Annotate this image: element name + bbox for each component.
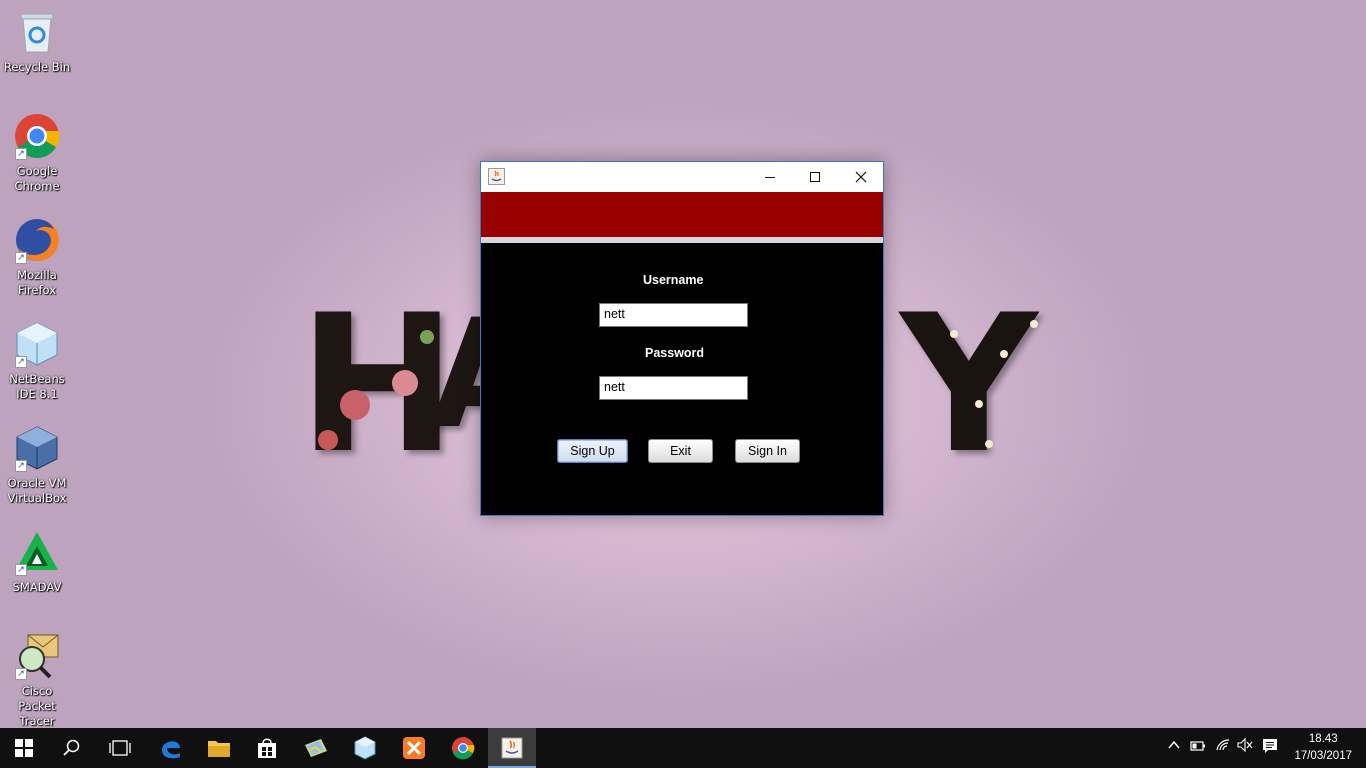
desktop-icon-smadav[interactable]: ↗ SMADAV	[0, 528, 74, 595]
taskbar-file-explorer[interactable]	[195, 728, 243, 768]
taskbar-clock[interactable]: 18.43 17/03/2017	[1294, 731, 1352, 765]
volume-muted-icon[interactable]	[1235, 737, 1255, 758]
window-titlebar[interactable]	[481, 162, 883, 192]
xampp-icon	[403, 737, 425, 759]
login-window: Username nett Password nett Sign Up Exit…	[480, 161, 884, 516]
password-label: Password	[645, 346, 705, 360]
start-button[interactable]	[0, 728, 48, 768]
packet-tracer-icon: ↗	[13, 632, 61, 680]
flower-decoration	[318, 430, 338, 450]
shortcut-arrow-icon: ↗	[15, 564, 27, 576]
recycle-bin-icon	[13, 8, 61, 56]
netbeans-icon: ↗	[13, 320, 61, 368]
taskbar-xampp[interactable]	[390, 728, 438, 768]
desktop-icon-label: Recycle Bin	[3, 60, 71, 74]
desktop-icon-firefox[interactable]: ↗ Mozilla Firefox	[0, 216, 74, 298]
desktop-icon-packet-tracer[interactable]: ↗ Cisco Packet Tracer	[0, 632, 74, 729]
wallpaper-letter-y: Y	[900, 274, 1038, 495]
edge-icon	[162, 741, 180, 759]
password-field[interactable]: nett	[599, 376, 748, 400]
chrome-icon: ↗	[13, 112, 61, 160]
flower-decoration	[340, 390, 370, 420]
chrome-icon	[452, 737, 475, 760]
clock-time: 18.43	[1308, 733, 1338, 745]
netbeans-icon	[354, 736, 376, 760]
desktop-icon-label: Oracle VM VirtualBox	[7, 476, 67, 505]
flower-decoration	[985, 440, 993, 448]
desktop-icon-label: SMADAV	[12, 580, 62, 594]
start-icon	[15, 739, 33, 757]
desktop-icon-label: Cisco Packet Tracer	[18, 684, 56, 728]
shortcut-arrow-icon: ↗	[15, 356, 27, 368]
sign-up-button[interactable]: Sign Up	[557, 439, 628, 463]
maximize-icon	[810, 172, 820, 182]
desktop-icon-recycle-bin[interactable]: Recycle Bin	[0, 8, 74, 75]
close-button[interactable]	[838, 162, 884, 192]
shortcut-arrow-icon: ↗	[15, 148, 27, 160]
taskbar-netbeans[interactable]	[341, 728, 389, 768]
flower-decoration	[1000, 350, 1008, 358]
java-icon	[501, 737, 523, 759]
desktop-icon-virtualbox[interactable]: ↗ Oracle VM VirtualBox	[0, 424, 74, 506]
flower-decoration	[1030, 320, 1038, 328]
desktop-icon-label: Google Chrome	[14, 164, 60, 193]
flower-decoration	[420, 330, 434, 344]
smadav-icon: ↗	[13, 528, 61, 576]
firefox-icon: ↗	[13, 216, 61, 264]
close-icon	[855, 171, 867, 183]
search-button[interactable]	[48, 728, 96, 768]
desktop-icon-netbeans[interactable]: ↗ NetBeans IDE 8.1	[0, 320, 74, 402]
desktop-icon-chrome[interactable]: ↗ Google Chrome	[0, 112, 74, 194]
taskbar-java-app[interactable]	[488, 728, 536, 768]
task-view-button[interactable]	[96, 728, 144, 768]
username-field[interactable]: nett	[599, 303, 748, 327]
minimize-button[interactable]	[747, 162, 793, 192]
search-icon	[63, 739, 80, 756]
minimize-icon	[765, 177, 775, 178]
photos-icon	[305, 739, 327, 757]
flower-decoration	[392, 370, 418, 396]
flower-decoration	[950, 330, 958, 338]
taskbar-store[interactable]	[243, 728, 291, 768]
flower-decoration	[975, 400, 983, 408]
store-icon	[258, 738, 276, 758]
file-explorer-icon	[208, 741, 230, 757]
shortcut-arrow-icon: ↗	[15, 252, 27, 264]
action-center-icon[interactable]	[1260, 738, 1280, 758]
wifi-icon[interactable]	[1213, 738, 1233, 758]
battery-icon[interactable]	[1188, 738, 1208, 758]
taskbar: 18.43 17/03/2017	[0, 728, 1366, 768]
tray-overflow-icon[interactable]	[1164, 738, 1184, 758]
desktop-icon-label: Mozilla Firefox	[17, 268, 57, 297]
desktop-icon-label: NetBeans IDE 8.1	[9, 372, 65, 401]
task-view-icon	[109, 740, 131, 756]
virtualbox-icon: ↗	[13, 424, 61, 472]
header-band	[481, 192, 883, 237]
taskbar-edge[interactable]	[147, 728, 195, 768]
username-label: Username	[643, 273, 704, 287]
exit-button[interactable]: Exit	[648, 439, 713, 463]
java-icon	[488, 168, 505, 185]
maximize-button[interactable]	[792, 162, 838, 192]
taskbar-photos[interactable]	[292, 728, 340, 768]
shortcut-arrow-icon: ↗	[15, 460, 27, 472]
shortcut-arrow-icon: ↗	[15, 668, 27, 680]
taskbar-chrome[interactable]	[439, 728, 487, 768]
clock-date: 17/03/2017	[1294, 750, 1352, 762]
login-form: Username nett Password nett Sign Up Exit…	[481, 243, 883, 515]
sign-in-button[interactable]: Sign In	[735, 439, 800, 463]
